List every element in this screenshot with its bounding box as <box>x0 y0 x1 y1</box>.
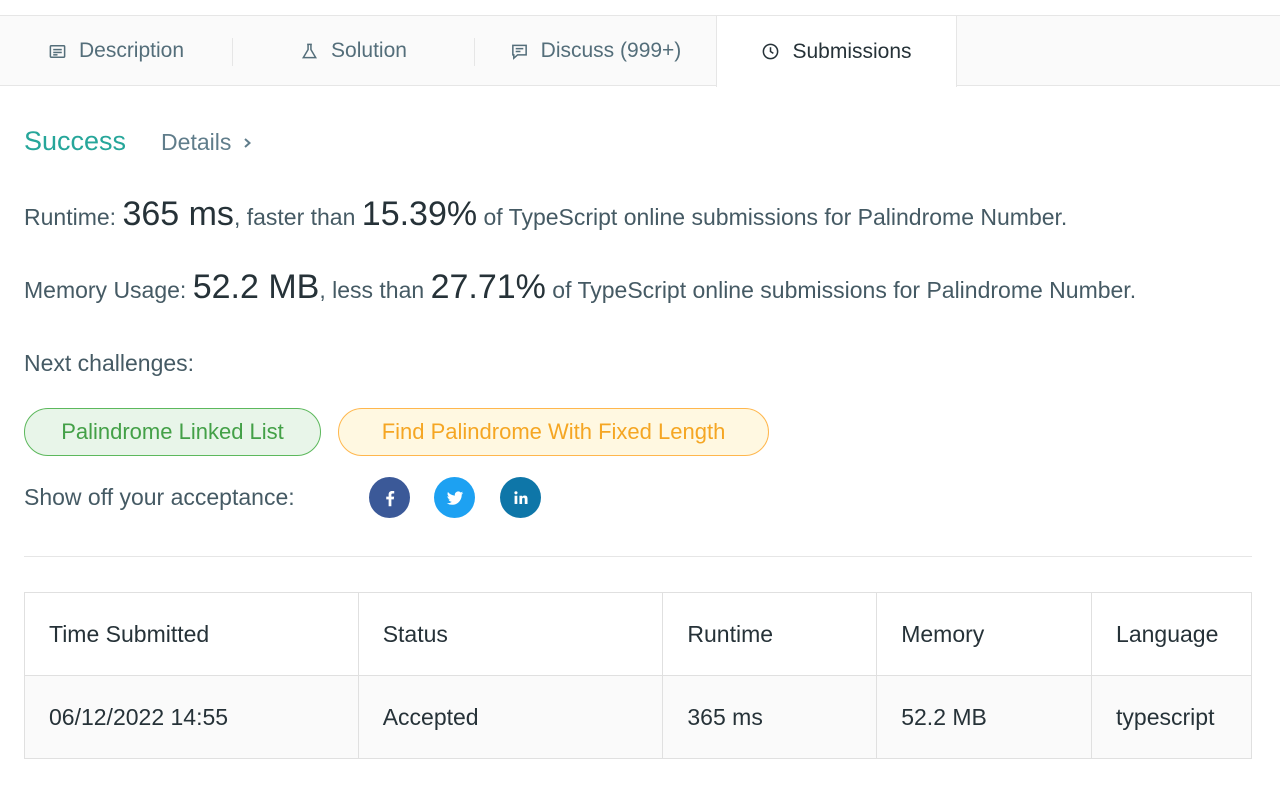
comment-icon <box>511 44 527 60</box>
runtime-comparison: , faster than <box>233 204 356 230</box>
linkedin-share-button[interactable] <box>500 477 541 518</box>
linkedin-icon <box>513 490 528 504</box>
memory-percent: 27.71% <box>430 268 546 306</box>
clock-icon <box>763 43 779 60</box>
tab-solution-label: Solution <box>331 39 407 62</box>
cell-runtime: 365 ms <box>662 675 878 759</box>
facebook-share-button[interactable] <box>369 477 410 518</box>
tab-submissions[interactable]: Submissions <box>716 16 957 87</box>
twitter-share-button[interactable] <box>434 477 475 518</box>
memory-value: 52.2 MB <box>192 268 320 306</box>
share-label: Show off your acceptance: <box>24 484 295 510</box>
success-status: Success <box>24 126 127 156</box>
cell-time-submitted: 06/12/2022 14:55 <box>24 675 359 759</box>
memory-suffix: of TypeScript online submissions for Pal… <box>552 277 1137 303</box>
table-row: 06/12/2022 14:55 Accepted 365 ms 52.2 MB… <box>24 675 1252 759</box>
tab-description-label: Description <box>78 39 185 62</box>
runtime-suffix: of TypeScript online submissions for Pal… <box>483 204 1068 230</box>
tab-solution[interactable]: Solution <box>233 16 474 86</box>
tab-bar: Description Solution Discuss (999+) Subm… <box>0 16 1280 87</box>
twitter-icon <box>446 490 463 505</box>
chevron-right-icon <box>244 137 252 148</box>
header-time-submitted: Time Submitted <box>24 592 359 676</box>
details-label: Details <box>161 129 232 155</box>
cell-language: typescript <box>1091 675 1252 759</box>
header-runtime: Runtime <box>662 592 878 676</box>
facebook-icon <box>385 490 394 506</box>
tab-discuss[interactable]: Discuss (999+) <box>475 16 716 86</box>
top-strip <box>0 0 1280 16</box>
description-icon <box>49 44 66 58</box>
submissions-table: Time Submitted Status Runtime Memory Lan… <box>24 592 1252 759</box>
runtime-percent: 15.39% <box>361 195 478 233</box>
header-language: Language <box>1091 592 1252 676</box>
memory-comparison: , less than <box>319 277 425 303</box>
runtime-label: Runtime: <box>24 204 117 230</box>
details-link[interactable]: Details <box>161 129 253 156</box>
divider <box>24 556 1252 557</box>
tab-discuss-label: Discuss (999+) <box>540 39 682 62</box>
next-challenges-label: Next challenges: <box>24 350 195 376</box>
flask-icon <box>302 43 318 58</box>
runtime-value: 365 ms <box>122 195 234 233</box>
runtime-stat: Runtime: 365 ms, faster than 15.39% of T… <box>24 195 1067 234</box>
memory-stat: Memory Usage: 52.2 MB, less than 27.71% … <box>24 268 1136 307</box>
tab-description[interactable]: Description <box>0 16 232 86</box>
challenge-palindrome-linked-list[interactable]: Palindrome Linked List <box>24 408 321 456</box>
header-memory: Memory <box>876 592 1093 676</box>
header-status: Status <box>357 592 664 676</box>
memory-label: Memory Usage: <box>24 277 187 303</box>
cell-status-link[interactable]: Accepted <box>357 675 664 759</box>
tab-submissions-label: Submissions <box>792 39 912 63</box>
cell-memory: 52.2 MB <box>876 675 1093 759</box>
table-header-row: Time Submitted Status Runtime Memory Lan… <box>24 592 1252 676</box>
result-header: Success Details <box>24 126 253 157</box>
challenge-find-palindrome-fixed-length[interactable]: Find Palindrome With Fixed Length <box>338 408 769 456</box>
